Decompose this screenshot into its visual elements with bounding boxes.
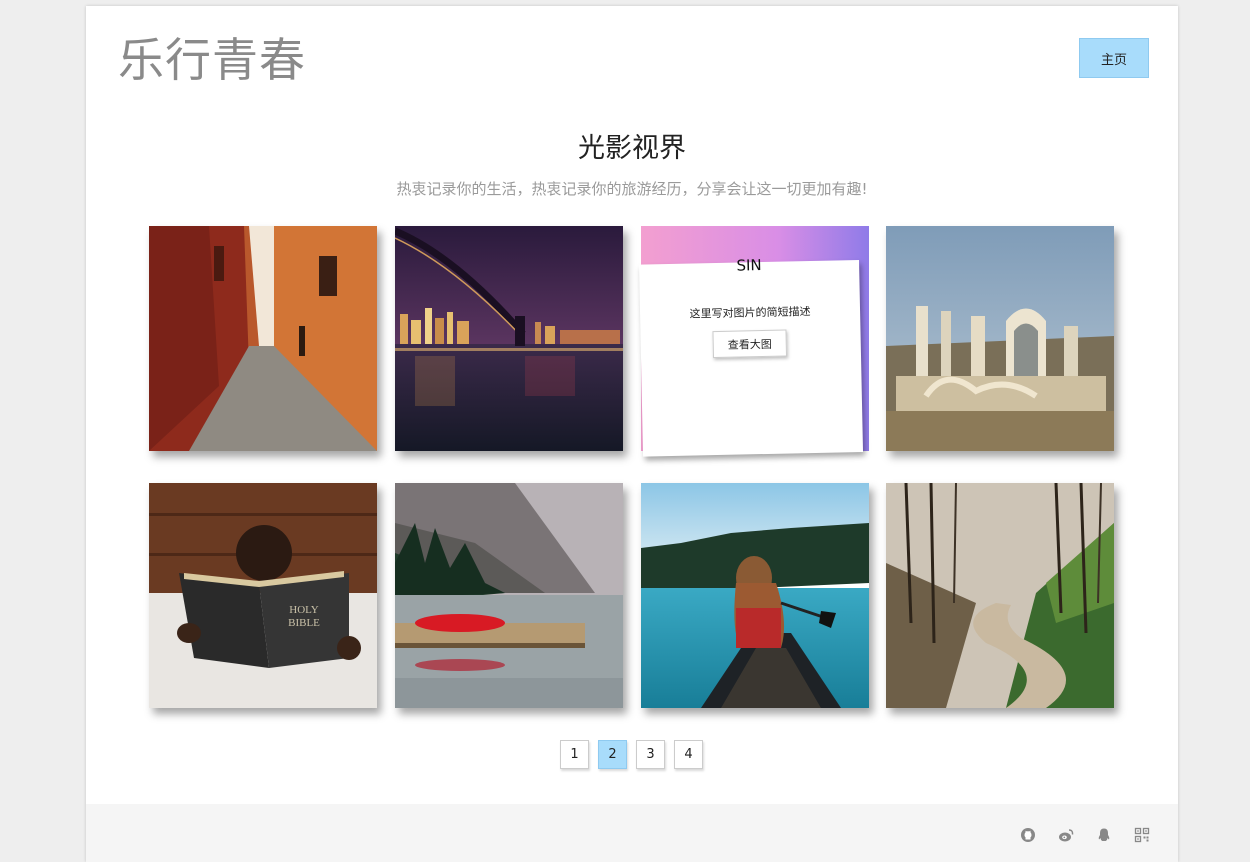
footer	[86, 804, 1178, 862]
site-logo[interactable]: 乐行青春	[118, 34, 306, 86]
bridge-photo	[395, 226, 623, 451]
section-title: 光影视界	[578, 133, 686, 164]
photo-tile-sin-hovered[interactable]: SIN 这里写对图片的简短描述 查看大图	[639, 226, 869, 457]
github-icon[interactable]	[1016, 824, 1040, 846]
view-large-button[interactable]: 查看大图	[712, 329, 788, 359]
page-button-4[interactable]: 4	[674, 740, 703, 769]
qq-icon[interactable]	[1092, 824, 1116, 846]
photo-tile-reading[interactable]: HOLY BIBLE	[149, 483, 377, 708]
photo-hover-title: SIN	[736, 256, 762, 275]
qrcode-icon[interactable]	[1130, 824, 1154, 846]
lake-canoe-photo	[395, 483, 623, 708]
photo-tile-lake-canoe[interactable]	[395, 483, 623, 708]
photo-tile-bridge[interactable]	[395, 226, 623, 451]
photo-tile-alley[interactable]	[149, 226, 377, 451]
photo-hover-description: 这里写对图片的简短描述	[689, 305, 811, 321]
footer-social-icons	[1002, 824, 1154, 846]
home-button[interactable]: 主页	[1079, 38, 1149, 78]
photo-tile-forest-path[interactable]	[886, 483, 1114, 708]
svg-text:BIBLE: BIBLE	[288, 617, 320, 629]
page-container: 乐行青春 主页 光影视界 热衷记录你的生活，热衷记录你的旅游经历，分享会让这一切…	[86, 6, 1178, 862]
page-button-1[interactable]: 1	[560, 740, 589, 769]
photo-hover-card: SIN 这里写对图片的简短描述 查看大图	[639, 256, 864, 457]
weibo-icon[interactable]	[1054, 824, 1078, 846]
page-button-3[interactable]: 3	[636, 740, 665, 769]
reading-photo: HOLY BIBLE	[149, 483, 377, 708]
forest-path-photo	[886, 483, 1114, 708]
page-button-2[interactable]: 2	[598, 740, 627, 769]
alley-photo	[149, 226, 377, 451]
pagination: 1 2 3 4	[560, 740, 712, 769]
girl-canoe-photo	[641, 483, 869, 708]
ruins-photo	[886, 226, 1114, 451]
photo-tile-ruins[interactable]	[886, 226, 1114, 451]
section-subtitle: 热衷记录你的生活，热衷记录你的旅游经历，分享会让这一切更加有趣!	[396, 180, 868, 198]
photo-tile-girl-canoe[interactable]	[641, 483, 869, 708]
svg-text:HOLY: HOLY	[289, 604, 319, 616]
